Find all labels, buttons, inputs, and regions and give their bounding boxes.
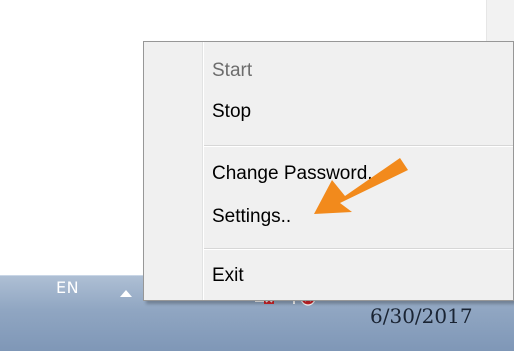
show-hidden-icons-chevron-up-icon[interactable] [120, 290, 132, 297]
menu-gutter [202, 42, 204, 300]
tray-context-menu: Start Stop Change Password.. Settings.. … [143, 41, 514, 301]
clock-date[interactable]: 6/30/2017 [370, 304, 473, 328]
menu-item-stop[interactable]: Stop [212, 101, 251, 123]
menu-item-start: Start [212, 60, 253, 81]
menu-item-settings[interactable]: Settings.. [212, 206, 291, 228]
menu-item-exit[interactable]: Exit [212, 265, 244, 287]
menu-separator [204, 248, 513, 250]
menu-item-change-password[interactable]: Change Password.. [212, 163, 378, 185]
language-indicator[interactable]: EN [56, 278, 79, 297]
menu-separator [204, 145, 513, 147]
